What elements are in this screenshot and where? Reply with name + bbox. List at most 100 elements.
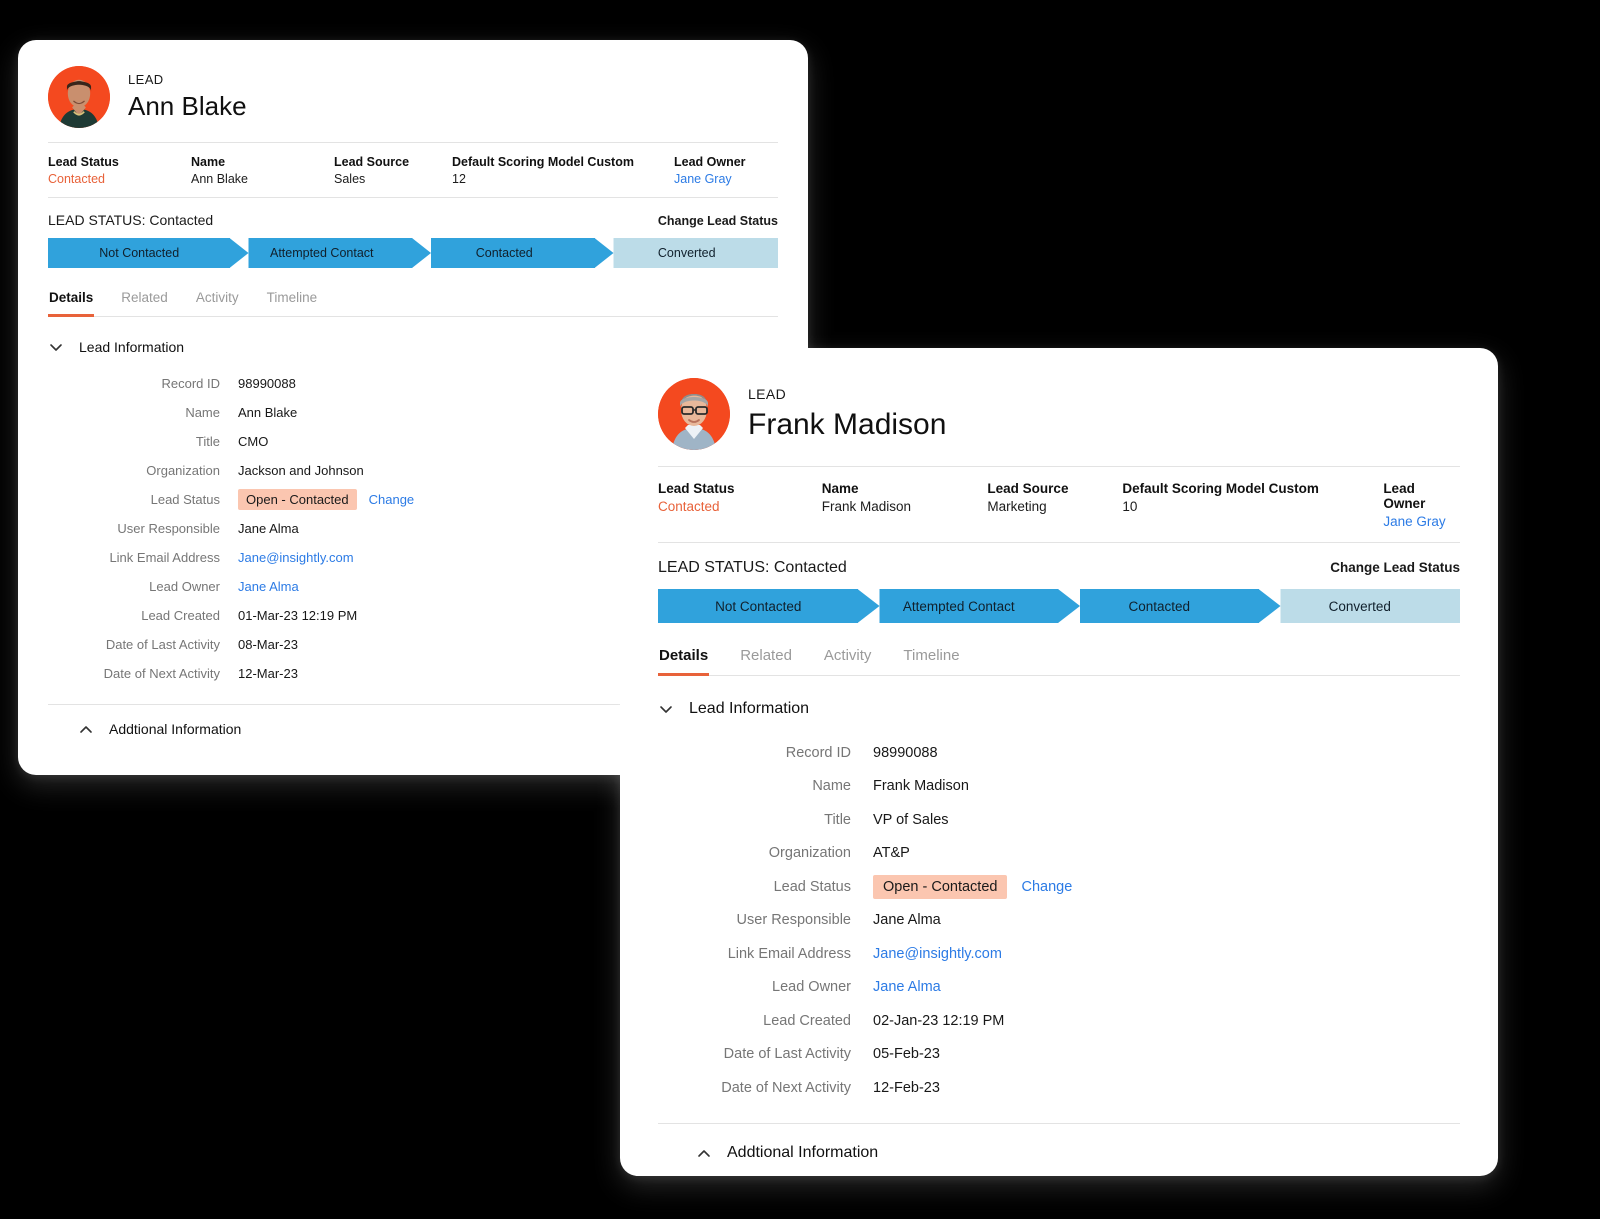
summary-label: Lead Source	[987, 481, 1069, 496]
tab-label: Related	[121, 290, 168, 305]
change-status-link[interactable]: Change	[1021, 879, 1072, 895]
tab-0[interactable]: Details	[658, 643, 710, 676]
summary-field-1: Name Frank Madison	[822, 481, 988, 529]
field-label: Lead Status	[150, 492, 220, 507]
summary-value: Frank Madison	[821, 499, 912, 514]
path-step-3[interactable]: Converted	[1259, 589, 1460, 623]
summary-strip: Lead Status Contacted Name Frank Madison Lea…	[658, 466, 1460, 543]
path-step-1[interactable]: Attempted Contact	[858, 589, 1059, 623]
tab-1[interactable]: Related	[739, 643, 793, 676]
lead-information-fields: Record ID 98990088 Name Frank Madison Title V…	[658, 728, 1460, 1123]
field-label: Organization	[146, 463, 220, 478]
field-value: AT&P	[873, 845, 910, 862]
tab-0[interactable]: Details	[48, 286, 95, 317]
field-label: Lead Created	[763, 1012, 851, 1029]
field-row: User Responsible Jane Alma	[658, 904, 1460, 938]
path-step-2[interactable]: Contacted	[413, 238, 596, 268]
tab-label: Related	[740, 647, 792, 664]
lead-information-section-header[interactable]: Lead Information	[658, 676, 1460, 728]
summary-value[interactable]: Jane Gray	[1383, 514, 1460, 529]
path-step-1[interactable]: Attempted Contact	[230, 238, 413, 268]
path-step-label: Not Contacted	[99, 246, 180, 260]
field-label: Lead Created	[141, 608, 220, 623]
field-value[interactable]: Jane@insightly.com	[873, 946, 1002, 962]
tab-label: Details	[659, 647, 709, 664]
field-row: Organization AT&P	[658, 837, 1460, 871]
field-label: Date of Next Activity	[721, 1079, 851, 1096]
field-row: Date of Next Activity 12-Feb-23	[658, 1071, 1460, 1105]
additional-information-section-header[interactable]: Addtional Information	[696, 1124, 1422, 1174]
summary-field-3: Default Scoring Model Custom 12	[452, 155, 674, 186]
field-row: Title VP of Sales	[658, 803, 1460, 837]
page-title: Ann Blake	[128, 91, 247, 122]
field-value: 08-Mar-23	[238, 637, 298, 652]
field-value[interactable]: Jane Alma	[238, 579, 299, 594]
summary-value: Sales	[334, 172, 366, 186]
page-background: LEAD Ann Blake Lead Status Contacted Name Ann…	[0, 0, 1600, 1219]
field-label: Organization	[768, 845, 851, 862]
section-title: Lead Information	[689, 700, 810, 717]
field-label: Date of Last Activity	[105, 637, 220, 652]
summary-field-0: Lead Status Contacted	[48, 155, 191, 186]
page-title: Frank Madison	[748, 407, 947, 441]
tab-label: Timeline	[266, 290, 318, 305]
tab-label: Activity	[195, 290, 239, 305]
field-row: Lead Created 02-Jan-23 12:19 PM	[658, 1004, 1460, 1038]
tab-label: Timeline	[903, 647, 960, 664]
change-status-link[interactable]: Change	[369, 492, 415, 507]
field-label: Lead Owner	[772, 979, 851, 996]
lead-status-row: LEAD STATUS: Contacted Change Lead Status	[48, 198, 778, 238]
additional-information-section: Addtional Information	[658, 1122, 1460, 1174]
tab-bar: Details Related Activity Timeline	[48, 286, 778, 317]
summary-label: Default Scoring Model Custom	[452, 155, 634, 169]
field-value[interactable]: Jane@insightly.com	[238, 550, 354, 565]
field-value: 98990088	[238, 376, 296, 391]
status-badge: Open - Contacted	[238, 489, 357, 510]
field-value: 12-Feb-23	[873, 1079, 940, 1096]
path-step-0[interactable]: Not Contacted	[658, 589, 859, 623]
field-label: Link Email Address	[727, 945, 851, 962]
path-step-2[interactable]: Contacted	[1059, 589, 1260, 623]
field-value: 02-Jan-23 12:19 PM	[873, 1012, 1005, 1029]
tab-label: Activity	[823, 647, 872, 664]
section-title: Addtional Information	[727, 1143, 879, 1161]
field-value: Open - Contacted Change	[873, 874, 1072, 899]
summary-value[interactable]: Jane Gray	[674, 172, 746, 186]
status-badge: Open - Contacted	[873, 874, 1008, 899]
field-value[interactable]: Jane Alma	[873, 979, 941, 995]
change-lead-status-button[interactable]: Change Lead Status	[1330, 560, 1460, 575]
path-step-3[interactable]: Converted	[595, 238, 778, 268]
tab-3[interactable]: Timeline	[902, 643, 960, 676]
path-step-label: Converted	[1328, 598, 1391, 614]
tab-3[interactable]: Timeline	[266, 286, 319, 317]
change-lead-status-button[interactable]: Change Lead Status	[658, 214, 778, 228]
field-label: Lead Status	[773, 878, 851, 895]
field-label: Record ID	[785, 744, 851, 761]
avatar	[48, 66, 110, 128]
tab-2[interactable]: Activity	[823, 643, 873, 676]
summary-field-2: Lead Source Sales	[334, 155, 452, 186]
section-title: Addtional Information	[109, 721, 242, 737]
summary-field-0: Lead Status Contacted	[658, 481, 822, 529]
summary-label: Default Scoring Model Custom	[1122, 481, 1319, 496]
summary-value: Contacted	[48, 172, 105, 186]
summary-label: Lead Owner	[674, 155, 746, 169]
tab-bar: Details Related Activity Timeline	[658, 643, 1460, 676]
field-label: Name	[812, 778, 851, 795]
tab-2[interactable]: Activity	[195, 286, 240, 317]
field-value: Jane Alma	[238, 521, 299, 536]
field-row: Link Email Address Jane@insightly.com	[658, 937, 1460, 971]
field-label: User Responsible	[736, 912, 851, 929]
field-row: Record ID 98990088	[658, 736, 1460, 770]
summary-strip: Lead Status Contacted Name Ann Blake Lead So…	[48, 142, 778, 198]
tab-1[interactable]: Related	[120, 286, 169, 317]
path-step-0[interactable]: Not Contacted	[48, 238, 231, 268]
tab-label: Details	[49, 290, 94, 305]
summary-field-2: Lead Source Marketing	[987, 481, 1122, 529]
lead-status-row: LEAD STATUS: Contacted Change Lead Status	[658, 543, 1460, 589]
field-value: Frank Madison	[873, 778, 969, 795]
lead-status-path: Not Contacted Attempted Contact Contacted C…	[658, 589, 1460, 623]
field-row: Lead Owner Jane Alma	[658, 971, 1460, 1005]
field-value: 05-Feb-23	[873, 1046, 940, 1063]
field-value: Ann Blake	[238, 405, 298, 420]
